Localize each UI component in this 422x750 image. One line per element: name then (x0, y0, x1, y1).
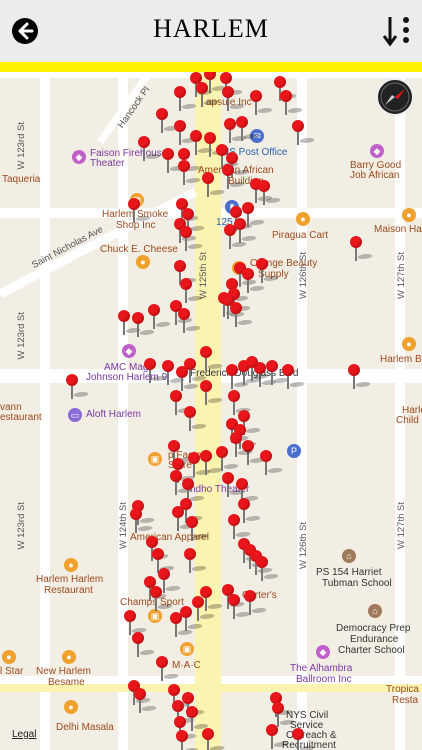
poi-taqueria[interactable]: Taqueria (2, 174, 40, 185)
poi-faison-2[interactable]: Theater (90, 158, 124, 169)
poi-maison[interactable]: Maison Hai (374, 224, 422, 235)
page-title: HARLEM (153, 14, 269, 43)
poi-democracy-1[interactable]: Democracy Prep (336, 623, 410, 634)
sort-descending-icon (382, 17, 409, 47)
sort-button[interactable] (382, 14, 412, 48)
poi-avann-2[interactable]: estaurant (0, 412, 42, 423)
map-view[interactable]: W 125th St W 126th St W 126th St W 127th… (0, 72, 422, 750)
poi-harlem-b[interactable]: Harlem B (380, 354, 422, 365)
poi-ps154-2[interactable]: Tubman School (322, 578, 392, 589)
legal-link[interactable]: Legal (12, 729, 36, 740)
poi-tropica-2[interactable]: Resta (392, 695, 418, 706)
poi-mac[interactable]: M·A·C (172, 660, 201, 671)
food-icon: ● (64, 700, 78, 714)
poi-newharlem-1[interactable]: New Harlem (36, 666, 91, 677)
poi-delhi[interactable]: Delhi Masala (56, 722, 114, 733)
shop-icon: ▣ (148, 609, 162, 623)
school-icon: ⌂ (368, 604, 382, 618)
street-label-w123b: W 123rd St (16, 312, 27, 360)
theater-icon: ◆ (370, 144, 384, 158)
shop-icon: ▣ (148, 452, 162, 466)
poi-newharlem-2[interactable]: Besame (48, 677, 85, 688)
food-icon: ● (136, 255, 150, 269)
poi-democracy-2[interactable]: Endurance (350, 634, 398, 645)
food-icon: ● (402, 337, 416, 351)
poi-aloft[interactable]: Aloft Harlem (86, 409, 141, 420)
street-label-w124: W 124th St (118, 502, 129, 549)
theater-icon: ◆ (316, 645, 330, 659)
poi-harlemharlem-2[interactable]: Restaurant (44, 585, 93, 596)
food-icon: ● (62, 650, 76, 664)
hotel-icon: ▭ (68, 408, 82, 422)
school-icon: ⌂ (342, 549, 356, 563)
compass-icon[interactable] (376, 78, 414, 116)
poi-piragua[interactable]: Piragua Cart (272, 230, 328, 241)
street-label-w123: W 123rd St (16, 122, 27, 170)
poi-harlemharlem-1[interactable]: Harlem Harlem (36, 574, 103, 585)
street-label-w127b: W 127th St (396, 502, 407, 549)
shop-icon: ▣ (180, 642, 194, 656)
poi-ps154-1[interactable]: PS 154 Harriet (316, 567, 382, 578)
theater-icon: ◆ (72, 150, 86, 164)
food-icon: ● (402, 208, 416, 222)
poi-alhambra-2[interactable]: Ballroom Inc (296, 674, 352, 685)
street-label-w127: W 127th St (396, 252, 407, 299)
poi-barry-2[interactable]: Job African (350, 170, 399, 181)
poi-star[interactable]: l Star (0, 666, 23, 677)
poi-tropica-1[interactable]: Tropica (386, 684, 419, 695)
parking-icon: P (287, 444, 301, 458)
poi-chuck[interactable]: Chuck E. Cheese (100, 244, 178, 255)
street-label-w126b: W 126th St (298, 522, 309, 569)
food-icon: ● (296, 212, 310, 226)
street-label-w123c: W 123rd St (16, 502, 27, 550)
street-label-w125: W 125th St (198, 252, 209, 299)
poi-harlem-child-2[interactable]: Child (396, 415, 419, 426)
food-icon: ● (64, 558, 78, 572)
compass-needle-icon (380, 82, 410, 112)
poi-alhambra-1[interactable]: The Alhambra (290, 663, 352, 674)
food-icon: ● (2, 650, 16, 664)
top-bar: HARLEM (0, 0, 422, 72)
theater-icon: ◆ (122, 344, 136, 358)
poi-harlem-smoke-2[interactable]: Shop Inc (116, 220, 155, 231)
poi-democracy-3[interactable]: Charter School (338, 645, 405, 656)
